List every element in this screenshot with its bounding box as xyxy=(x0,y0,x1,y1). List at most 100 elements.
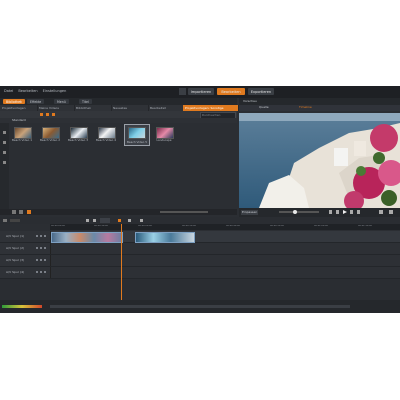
magnet-icon[interactable] xyxy=(128,219,131,222)
rewind-icon[interactable] xyxy=(336,210,339,214)
speaker-icon[interactable] xyxy=(40,235,42,237)
track-header: A/V Spur (1) xyxy=(0,231,51,242)
clip-caption: Landscape xyxy=(156,139,172,142)
speaker-icon[interactable] xyxy=(40,271,42,273)
import-mode-tab[interactable]: Importieren xyxy=(188,88,214,95)
library-side-strip xyxy=(0,123,9,209)
fullscreen-icon[interactable] xyxy=(379,210,383,214)
menu-file[interactable]: Datei xyxy=(4,89,13,93)
track-select[interactable] xyxy=(10,219,20,222)
play-icon[interactable] xyxy=(343,210,347,214)
clip-item[interactable]: Landscape xyxy=(156,127,177,142)
clip-thumbnail xyxy=(98,127,116,139)
library-header: Standard xyxy=(0,118,237,123)
app-window: Datei Bearbeiten Einstellungen Importier… xyxy=(0,86,400,313)
forward-icon[interactable] xyxy=(350,210,353,214)
folder-icon[interactable] xyxy=(3,161,6,164)
tab-source[interactable]: Quelle xyxy=(259,106,269,109)
tab-library[interactable]: Bibliothek xyxy=(3,99,25,104)
clip-item[interactable]: Beach Video 1 xyxy=(12,127,35,142)
timeline-track[interactable]: A/V Spur (3) xyxy=(0,255,400,267)
timecode-field[interactable] xyxy=(100,218,110,223)
track-name: A/V Spur (4) xyxy=(6,271,25,274)
tab-timeline[interactable]: Timeline xyxy=(299,106,312,109)
eye-icon[interactable] xyxy=(36,247,38,249)
zoom-select[interactable]: Einpassen xyxy=(241,210,259,215)
track-header: A/V Spur (2) xyxy=(0,243,51,254)
clip-item[interactable]: Beach Video 3 xyxy=(68,127,91,142)
timeline-track[interactable]: A/V Spur (2) xyxy=(0,243,400,255)
clip-item-selected[interactable]: Beach Video 5 xyxy=(124,124,150,146)
ruler-label: 00:01:10.00 xyxy=(358,225,372,227)
clip-caption: Beach Video 5 xyxy=(126,141,148,144)
clip-thumbnail xyxy=(14,127,32,139)
delete-icon[interactable] xyxy=(19,210,23,214)
razor-icon[interactable] xyxy=(93,219,96,222)
timeline-toolbar xyxy=(0,217,400,224)
preview-header: Vorschau xyxy=(239,98,400,105)
eye-icon[interactable] xyxy=(36,259,38,261)
speaker-icon[interactable] xyxy=(40,259,42,261)
video-clip[interactable] xyxy=(135,232,195,243)
lock-icon[interactable] xyxy=(44,271,46,273)
export-mode-tab[interactable]: Exportieren xyxy=(248,88,274,95)
sort-icon[interactable] xyxy=(46,113,49,116)
preview-video xyxy=(239,113,400,208)
lock-icon[interactable] xyxy=(44,235,46,237)
folder-icon[interactable] xyxy=(3,131,6,134)
timeline-track[interactable]: A/V Spur (1) xyxy=(0,231,400,243)
folder-icon[interactable] xyxy=(3,151,6,154)
track-header: A/V Spur (4) xyxy=(0,267,51,278)
view-icon[interactable] xyxy=(52,113,55,116)
volume-icon[interactable] xyxy=(389,210,393,214)
clip-item[interactable]: Beach Video 4 xyxy=(96,127,119,142)
clip-item[interactable]: Beach Video 2 xyxy=(40,127,63,142)
clip-thumbnail xyxy=(42,127,60,139)
home-icon[interactable] xyxy=(179,88,186,95)
ruler-label: 00:00:20.00 xyxy=(138,225,152,227)
video-clip[interactable] xyxy=(51,232,123,243)
eye-icon[interactable] xyxy=(36,235,38,237)
ruler-label: 00:00:10.00 xyxy=(94,225,108,227)
record-icon[interactable] xyxy=(27,210,31,214)
clip-caption: Beach Video 2 xyxy=(39,139,61,142)
prev-frame-icon[interactable] xyxy=(329,210,332,214)
lock-icon[interactable] xyxy=(44,259,46,261)
track-name: A/V Spur (2) xyxy=(6,247,25,250)
timeline-empty-area[interactable] xyxy=(0,279,400,300)
title-bar: Datei Bearbeiten Einstellungen Importier… xyxy=(0,86,400,98)
marker-icon[interactable] xyxy=(118,219,121,222)
track-name: A/V Spur (1) xyxy=(6,235,25,238)
clip-thumbnail xyxy=(156,127,174,139)
clip-thumbnail xyxy=(70,127,88,139)
timeline-ruler[interactable]: 00:00:00.00 00:00:10.00 00:00:20.00 00:0… xyxy=(50,224,400,230)
santorini-preview-image xyxy=(239,113,400,208)
ruler-label: 00:00:40.00 xyxy=(226,225,240,227)
track-name: A/V Spur (3) xyxy=(6,259,25,262)
zoom-slider[interactable] xyxy=(160,211,208,213)
filter-icon[interactable] xyxy=(40,113,43,116)
scrubber-bar[interactable] xyxy=(279,211,319,213)
add-icon[interactable] xyxy=(12,210,16,214)
edit-mode-tab[interactable]: Bearbeiten xyxy=(217,88,245,95)
folder-icon[interactable] xyxy=(3,141,6,144)
scrubber-handle[interactable] xyxy=(293,210,297,214)
split-icon[interactable] xyxy=(86,219,89,222)
settings-icon[interactable] xyxy=(3,219,7,222)
timeline-scrollbar[interactable] xyxy=(50,305,350,308)
next-frame-icon[interactable] xyxy=(357,210,360,214)
audio-level-meter xyxy=(2,305,42,308)
ruler-label: 00:00:30.00 xyxy=(182,225,196,227)
preview-controls: Einpassen xyxy=(239,208,400,217)
lock-icon[interactable] xyxy=(44,247,46,249)
tab-title[interactable]: Titel xyxy=(79,99,92,104)
timeline-track[interactable]: A/V Spur (4) xyxy=(0,267,400,279)
tab-effects[interactable]: Effekte xyxy=(27,99,45,104)
menu-edit[interactable]: Bearbeiten xyxy=(18,89,37,93)
speaker-icon[interactable] xyxy=(40,247,42,249)
library-tabs: Bibliothek Effekte Menü Titel xyxy=(0,98,237,105)
eye-icon[interactable] xyxy=(36,271,38,273)
audio-icon[interactable] xyxy=(140,219,143,222)
menu-settings[interactable]: Einstellungen xyxy=(43,89,67,93)
tab-menu[interactable]: Menü xyxy=(54,99,69,104)
